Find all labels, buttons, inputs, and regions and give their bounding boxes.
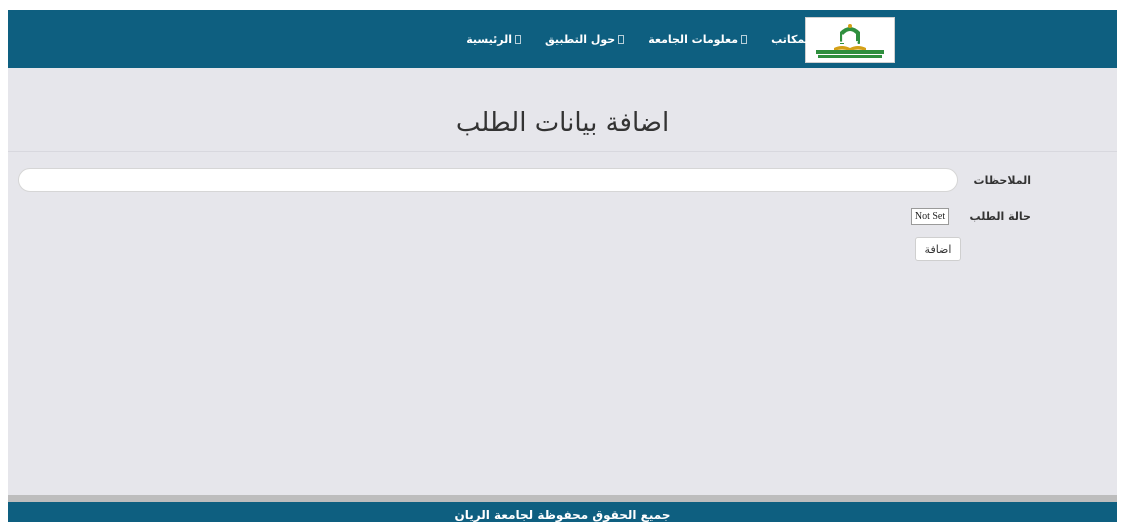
- title-divider: [8, 151, 1117, 152]
- footer-copyright: جميع الحقوق محفوظة لجامعة الريان: [454, 508, 671, 522]
- nav-item-home[interactable]: الرئيسية: [466, 33, 521, 46]
- add-button[interactable]: اضافة: [915, 237, 961, 261]
- status-label: حالة الطلب: [969, 210, 1031, 223]
- box-icon: [741, 34, 748, 44]
- box-icon: [887, 34, 893, 44]
- notes-label: الملاحظات: [973, 174, 1031, 187]
- status-select[interactable]: Not Set: [911, 208, 949, 225]
- nav-item-label: حول التطبيق: [544, 32, 616, 46]
- top-navbar: الرئيسية حول التطبيق معلومات الجامعة عرض…: [8, 10, 1117, 68]
- nav-item-university-info[interactable]: معلومات الجامعة: [648, 32, 748, 46]
- nav-menu: الرئيسية حول التطبيق معلومات الجامعة عرض…: [466, 10, 893, 68]
- notes-input[interactable]: [18, 168, 958, 192]
- page-title: اضافة بيانات الطلب: [455, 108, 670, 138]
- box-icon: [514, 34, 521, 44]
- nav-item-office-requests[interactable]: عرض طلبات المكاتب: [771, 33, 893, 46]
- nav-item-about-app[interactable]: حول التطبيق: [544, 32, 625, 46]
- footer-divider: [8, 495, 1117, 502]
- nav-item-label: عرض طلبات المكاتب: [771, 32, 884, 46]
- nav-item-label: الرئيسية: [466, 32, 512, 46]
- nav-item-label: معلومات الجامعة: [648, 32, 739, 46]
- app-frame: الرئيسية حول التطبيق معلومات الجامعة عرض…: [8, 10, 1117, 522]
- box-icon: [618, 34, 625, 44]
